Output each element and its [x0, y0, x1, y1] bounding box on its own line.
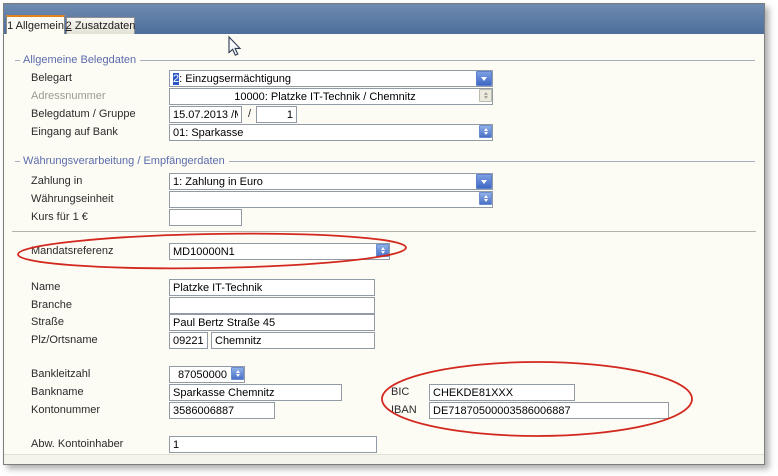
spinner-up-icon	[484, 92, 488, 95]
bankleitzahl-label: Bankleitzahl	[31, 368, 90, 381]
section-legend-waehrung-text: Währungsverarbeitung / Empfängerdaten	[23, 155, 225, 167]
mandatsreferenz-label: Mandatsreferenz	[31, 245, 114, 258]
bankname-input[interactable]	[169, 384, 342, 401]
mandatsreferenz-field	[169, 243, 390, 260]
bic-input[interactable]	[429, 384, 575, 401]
eingang-auf-bank-label: Eingang auf Bank	[31, 126, 118, 139]
bic-label: BIC	[391, 386, 409, 399]
strasse-label: Straße	[31, 316, 64, 329]
waehrungseinheit-label: Währungseinheit	[31, 193, 114, 206]
legend-line	[229, 161, 755, 162]
gruppe-field	[256, 106, 297, 123]
kontonummer-input[interactable]	[169, 402, 275, 419]
kontonummer-label: Kontonummer	[31, 404, 100, 417]
mouse-cursor	[229, 37, 240, 55]
kurs-label: Kurs für 1 €	[31, 211, 88, 224]
spinner-up-icon	[484, 195, 488, 198]
application-window: 1 Allgemein 2 Zusatzdaten Allgemeine Bel…	[3, 3, 765, 465]
waehrungseinheit-field	[169, 191, 493, 208]
iban-field	[429, 402, 669, 419]
adressnummer-lookup-button	[479, 89, 492, 102]
kontonummer-field	[169, 402, 275, 419]
kurs-input[interactable]	[169, 209, 242, 226]
waehrungseinheit-input[interactable]	[169, 191, 493, 208]
tab-zusatzdaten[interactable]: 2 Zusatzdaten	[66, 17, 135, 34]
name-label: Name	[31, 281, 60, 294]
spinner-up-icon	[484, 128, 488, 131]
zahlung-in-dropdown-button[interactable]	[476, 174, 492, 189]
spinner-up-icon	[236, 370, 240, 373]
zahlung-in-combo[interactable]: 1: Zahlung in Euro	[169, 173, 493, 190]
belegart-dropdown-button[interactable]	[476, 71, 492, 86]
eingang-auf-bank-input[interactable]	[169, 124, 493, 141]
zahlung-in-value: 1: Zahlung in Euro	[169, 173, 493, 190]
bankleitzahl-lookup-button[interactable]	[231, 367, 244, 380]
chevron-down-icon	[481, 77, 487, 81]
bankname-label: Bankname	[31, 386, 84, 399]
plz-ortsname-label: Plz/Ortsname	[31, 334, 98, 347]
abw-kontoinhaber-field	[169, 436, 377, 453]
spinner-down-icon	[484, 199, 488, 202]
abw-kontoinhaber-label: Abw. Kontoinhaber	[31, 438, 123, 451]
mandatsreferenz-input[interactable]	[169, 243, 390, 260]
strasse-field	[169, 314, 375, 331]
section-divider	[12, 231, 756, 232]
eingang-auf-bank-field	[169, 124, 493, 141]
section-legend-waehrung: Währungsverarbeitung / Empfängerdaten	[15, 155, 755, 167]
adressnummer-field	[169, 88, 493, 105]
gruppe-input[interactable]	[256, 106, 297, 123]
spinner-down-icon	[236, 374, 240, 377]
branche-label: Branche	[31, 299, 72, 312]
belegart-value: 2: Einzugsermächtigung	[169, 70, 493, 87]
spinner-up-icon	[381, 247, 385, 250]
plz-field	[169, 332, 208, 349]
tab-zusatzdaten-label: 2 Zusatzdaten	[66, 20, 136, 32]
spinner-down-icon	[484, 96, 488, 99]
name-field	[169, 279, 375, 296]
chevron-down-icon	[481, 180, 487, 184]
ortsname-input[interactable]	[211, 332, 375, 349]
belegdatum-field	[169, 106, 242, 123]
waehrungseinheit-lookup-button[interactable]	[479, 192, 492, 205]
section-legend-belegdaten-text: Allgemeine Belegdaten	[23, 54, 136, 66]
iban-input[interactable]	[429, 402, 669, 419]
abw-kontoinhaber-input[interactable]	[169, 436, 377, 453]
branche-field	[169, 297, 375, 314]
plz-input[interactable]	[169, 332, 208, 349]
screenshot-root: 1 Allgemein 2 Zusatzdaten Allgemeine Bel…	[0, 0, 778, 476]
section-legend-belegdaten: Allgemeine Belegdaten	[15, 54, 755, 66]
belegart-label: Belegart	[31, 72, 72, 85]
strasse-input[interactable]	[169, 314, 375, 331]
tab-allgemein-label: 1 Allgemein	[7, 20, 64, 32]
belegart-combo[interactable]: 2: Einzugsermächtigung	[169, 70, 493, 87]
eingang-auf-bank-lookup-button[interactable]	[479, 125, 492, 138]
bankleitzahl-field	[169, 366, 245, 383]
adressnummer-input[interactable]	[169, 88, 493, 105]
tab-allgemein[interactable]: 1 Allgemein	[6, 15, 65, 34]
branche-input[interactable]	[169, 297, 375, 314]
spinner-down-icon	[484, 132, 488, 135]
name-input[interactable]	[169, 279, 375, 296]
bankname-field	[169, 384, 342, 401]
belegdatum-input[interactable]	[169, 106, 242, 123]
kurs-field	[169, 209, 242, 226]
mandatsreferenz-lookup-button[interactable]	[376, 244, 389, 257]
belegdatum-label: Belegdatum / Gruppe	[31, 108, 136, 121]
belegdatum-gruppe-separator: /	[248, 108, 251, 121]
window-bottom-strip	[4, 454, 764, 464]
adressnummer-label: Adressnummer	[31, 90, 106, 103]
legend-line	[15, 161, 20, 162]
zahlung-in-label: Zahlung in	[31, 175, 82, 188]
legend-line	[140, 60, 755, 61]
ortsname-field	[211, 332, 375, 349]
bic-field	[429, 384, 575, 401]
spinner-down-icon	[381, 251, 385, 254]
legend-line	[15, 60, 20, 61]
iban-label: IBAN	[391, 404, 417, 417]
